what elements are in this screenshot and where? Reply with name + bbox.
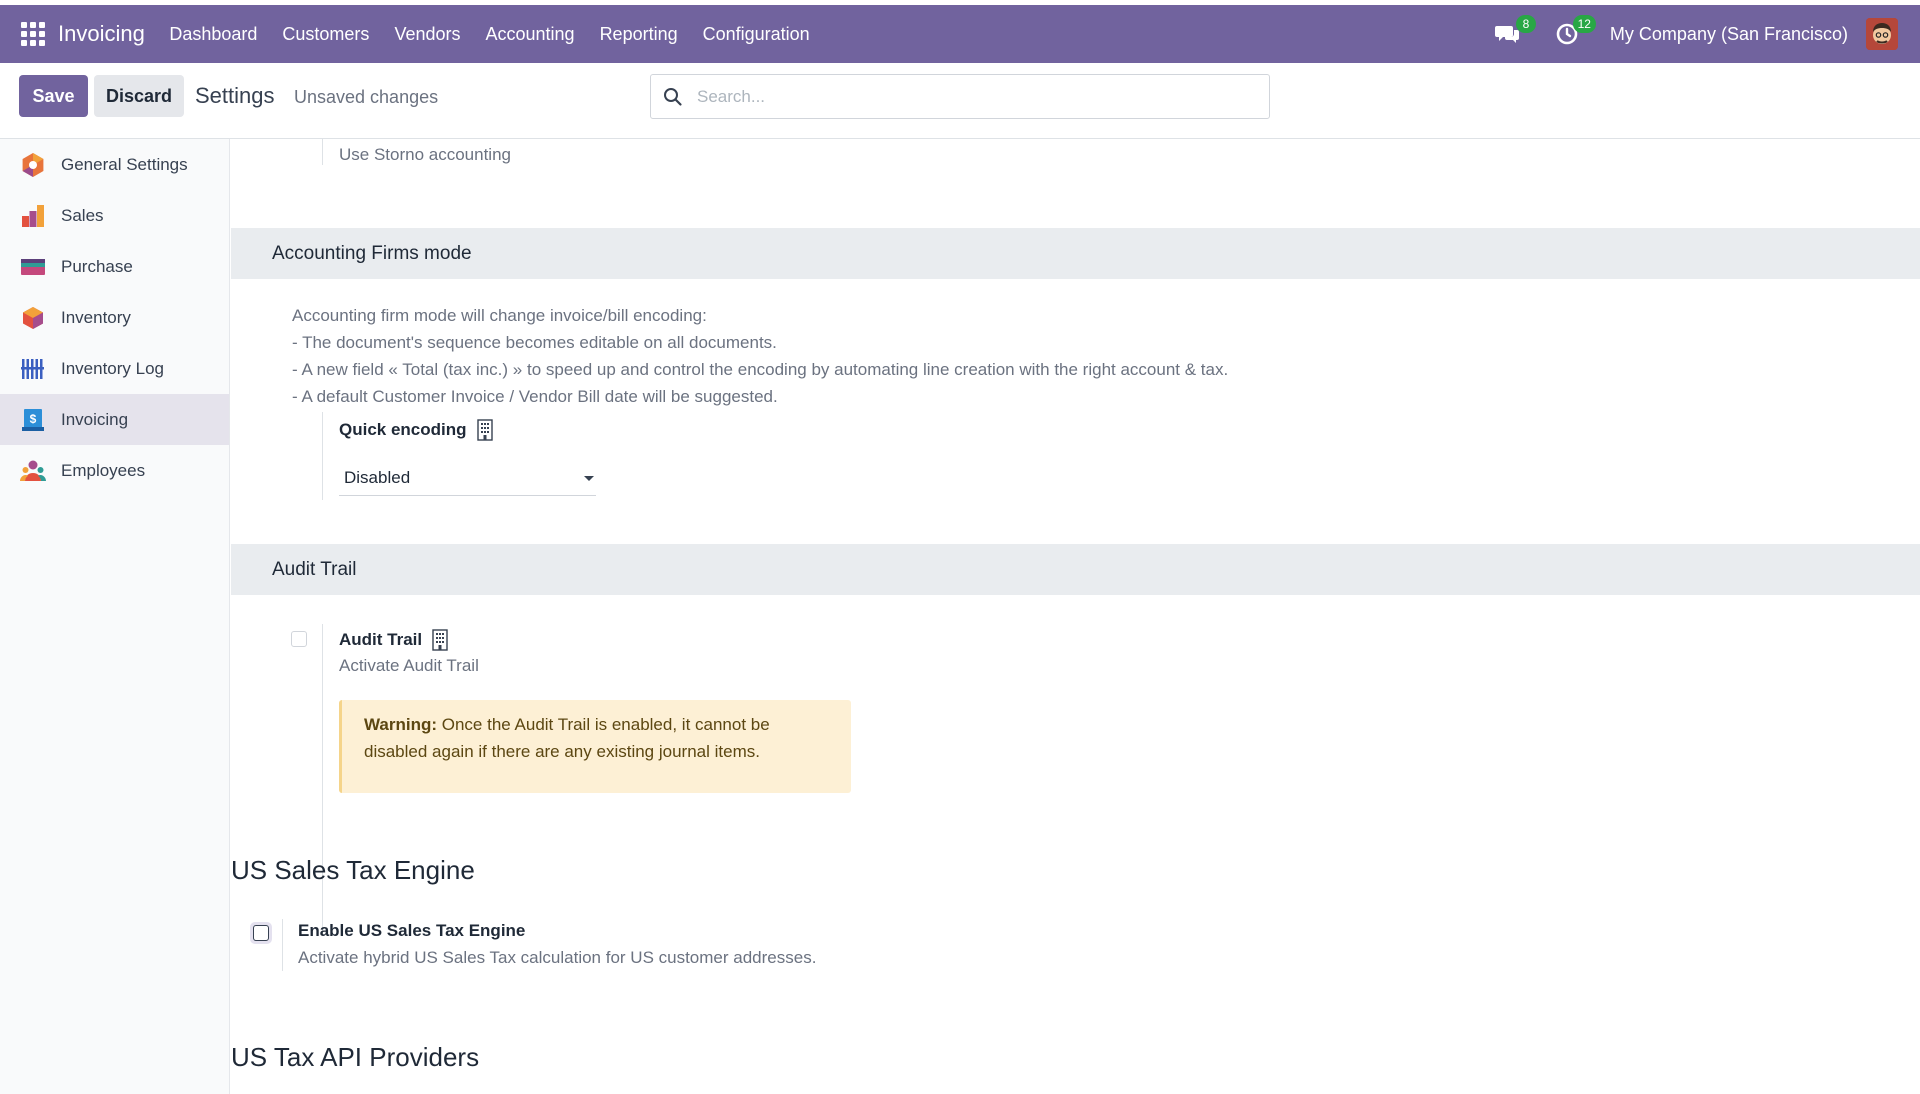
sidebar-item-label: Sales: [61, 205, 104, 225]
audit-trail-label: Audit Trail: [339, 630, 423, 649]
app-brand[interactable]: Invoicing: [58, 21, 145, 47]
firm-desc-line: Accounting firm mode will change invoice…: [292, 306, 707, 325]
us-sales-tax-label: Enable US Sales Tax Engine: [298, 921, 526, 940]
sidebar-item-label: Invoicing: [61, 409, 129, 429]
settings-content: Use Storno accounting Accounting Firms m…: [231, 139, 1920, 1094]
section-us-tax-api-providers: US Tax API Providers: [231, 1042, 480, 1072]
sidebar-item-inventory-log[interactable]: Inventory Log: [0, 343, 229, 394]
messages-badge: 8: [1515, 15, 1536, 33]
sidebar-item-general-settings[interactable]: General Settings: [0, 139, 229, 190]
messages-button[interactable]: 8: [1490, 15, 1536, 49]
audit-trail-description: Activate Audit Trail: [339, 656, 479, 675]
page-title: Settings: [195, 83, 275, 108]
quick-encoding-select[interactable]: Disabled: [339, 461, 596, 496]
quick-encoding-setting: Quick encoding: [339, 419, 494, 441]
navbar-right: 8 12 My Company (San Francisco): [1490, 15, 1898, 50]
setting-divider: [322, 624, 323, 934]
setting-divider: [322, 412, 323, 500]
setting-divider: [322, 139, 323, 165]
inventory-log-icon: [20, 356, 46, 382]
settings-sidebar: General Settings Sales Purchase Inventor…: [0, 139, 230, 1094]
sidebar-item-invoicing[interactable]: $ Invoicing: [0, 394, 229, 445]
firm-desc-line: - The document's sequence becomes editab…: [292, 333, 777, 352]
menu-dashboard[interactable]: Dashboard: [157, 5, 270, 63]
search-icon: [664, 87, 682, 106]
user-avatar[interactable]: [1866, 18, 1898, 50]
sidebar-item-label: Employees: [61, 460, 146, 480]
menu-accounting[interactable]: Accounting: [473, 5, 587, 63]
control-panel: Save Discard Settings Unsaved changes: [0, 63, 1920, 139]
search-input[interactable]: [697, 86, 1237, 107]
quick-encoding-label: Quick encoding: [339, 420, 467, 439]
purchase-icon: [20, 254, 46, 280]
menu-reporting[interactable]: Reporting: [587, 5, 690, 63]
company-building-icon: [432, 629, 448, 651]
sales-icon: [20, 203, 46, 229]
save-button[interactable]: Save: [19, 75, 88, 117]
sidebar-item-label: Inventory Log: [61, 358, 165, 378]
general-settings-icon: [20, 152, 46, 178]
company-switcher[interactable]: My Company (San Francisco): [1610, 24, 1848, 45]
sidebar-item-label: Inventory: [61, 307, 131, 327]
us-sales-tax-description: Activate hybrid US Sales Tax calculation…: [298, 948, 817, 967]
audit-trail-warning: Warning: Once the Audit Trail is enabled…: [339, 700, 851, 793]
inventory-icon: [20, 305, 46, 331]
employees-icon: [20, 458, 46, 484]
section-audit-trail: Audit Trail: [231, 544, 1920, 595]
discard-button[interactable]: Discard: [94, 75, 184, 117]
section-us-sales-tax-engine: US Sales Tax Engine: [231, 855, 475, 885]
storno-description: Use Storno accounting: [339, 145, 511, 164]
sidebar-item-inventory[interactable]: Inventory: [0, 292, 229, 343]
caret-down-icon: [584, 475, 594, 481]
main-menu: Dashboard Customers Vendors Accounting R…: [157, 5, 822, 63]
setting-divider: [282, 919, 283, 971]
menu-customers[interactable]: Customers: [270, 5, 382, 63]
audit-trail-checkbox[interactable]: [291, 631, 307, 647]
sidebar-item-label: Purchase: [61, 256, 133, 276]
section-accounting-firms-mode: Accounting Firms mode: [231, 228, 1920, 279]
firm-mode-description: Accounting firm mode will change invoice…: [292, 302, 1228, 410]
firm-desc-line: - A default Customer Invoice / Vendor Bi…: [292, 387, 778, 406]
activities-button[interactable]: 12: [1550, 15, 1596, 49]
search-box[interactable]: [650, 74, 1270, 119]
activities-badge: 12: [1572, 15, 1596, 33]
top-navbar: Invoicing Dashboard Customers Vendors Ac…: [0, 5, 1920, 63]
firm-desc-line: - A new field « Total (tax inc.) » to sp…: [292, 360, 1229, 379]
invoicing-icon: $: [20, 407, 46, 433]
svg-text:$: $: [30, 412, 37, 426]
menu-vendors[interactable]: Vendors: [382, 5, 473, 63]
company-building-icon: [476, 419, 493, 441]
menu-configuration[interactable]: Configuration: [690, 5, 822, 63]
us-sales-tax-checkbox[interactable]: [250, 922, 272, 944]
warning-strong: Warning:: [364, 715, 438, 734]
unsaved-status: Unsaved changes: [294, 87, 439, 107]
sidebar-item-label: General Settings: [61, 154, 188, 174]
audit-trail-setting: Audit Trail: [339, 629, 449, 651]
sidebar-item-sales[interactable]: Sales: [0, 190, 229, 241]
app-menu-grid-icon[interactable]: [20, 21, 46, 47]
sidebar-item-purchase[interactable]: Purchase: [0, 241, 229, 292]
quick-encoding-value: Disabled: [344, 468, 411, 487]
sidebar-item-employees[interactable]: Employees: [0, 445, 229, 496]
